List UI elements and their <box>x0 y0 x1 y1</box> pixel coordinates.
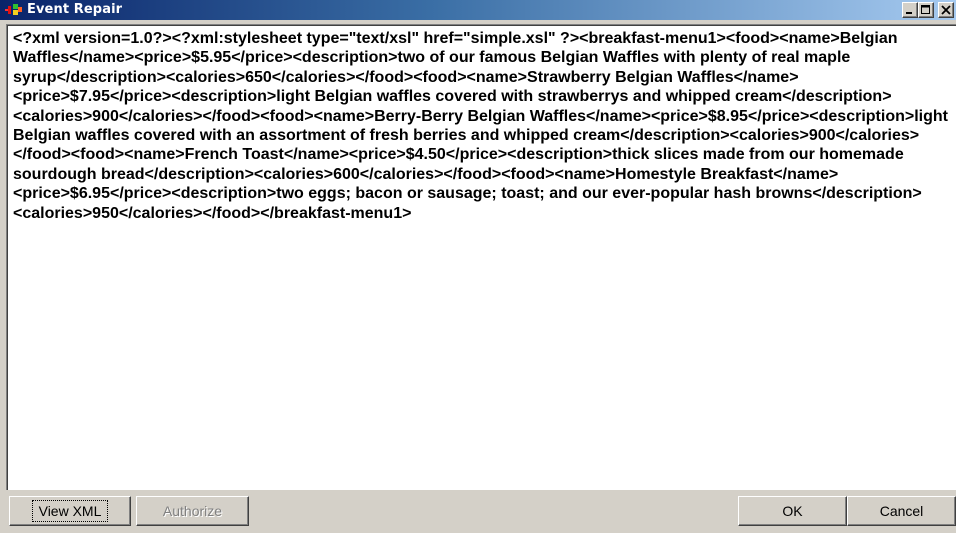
title-bar[interactable]: Event Repair <box>0 0 956 20</box>
cancel-button[interactable]: Cancel <box>847 496 956 526</box>
ok-button[interactable]: OK <box>738 496 847 526</box>
button-bar: View XML Authorize OK Cancel <box>0 492 956 533</box>
authorize-label: Authorize <box>162 503 223 519</box>
view-xml-label: View XML <box>31 500 109 522</box>
maximize-icon <box>921 5 930 14</box>
maximize-button[interactable] <box>918 2 934 18</box>
close-button[interactable] <box>938 2 954 18</box>
xml-content: <?xml version=1.0?><?xml:stylesheet type… <box>13 30 953 222</box>
minimize-icon <box>906 12 912 14</box>
minimize-button[interactable] <box>902 2 918 18</box>
ok-label: OK <box>782 503 803 519</box>
xml-text-area[interactable]: <?xml version=1.0?><?xml:stylesheet type… <box>6 24 956 490</box>
event-repair-window: Event Repair <?xml version=1.0?><?xml:st… <box>0 0 956 533</box>
authorize-button[interactable]: Authorize <box>136 496 249 526</box>
event-repair-app-icon <box>5 3 23 17</box>
close-icon <box>941 5 951 15</box>
window-title: Event Repair <box>27 2 123 17</box>
view-xml-button[interactable]: View XML <box>9 496 131 526</box>
cancel-label: Cancel <box>879 503 924 519</box>
